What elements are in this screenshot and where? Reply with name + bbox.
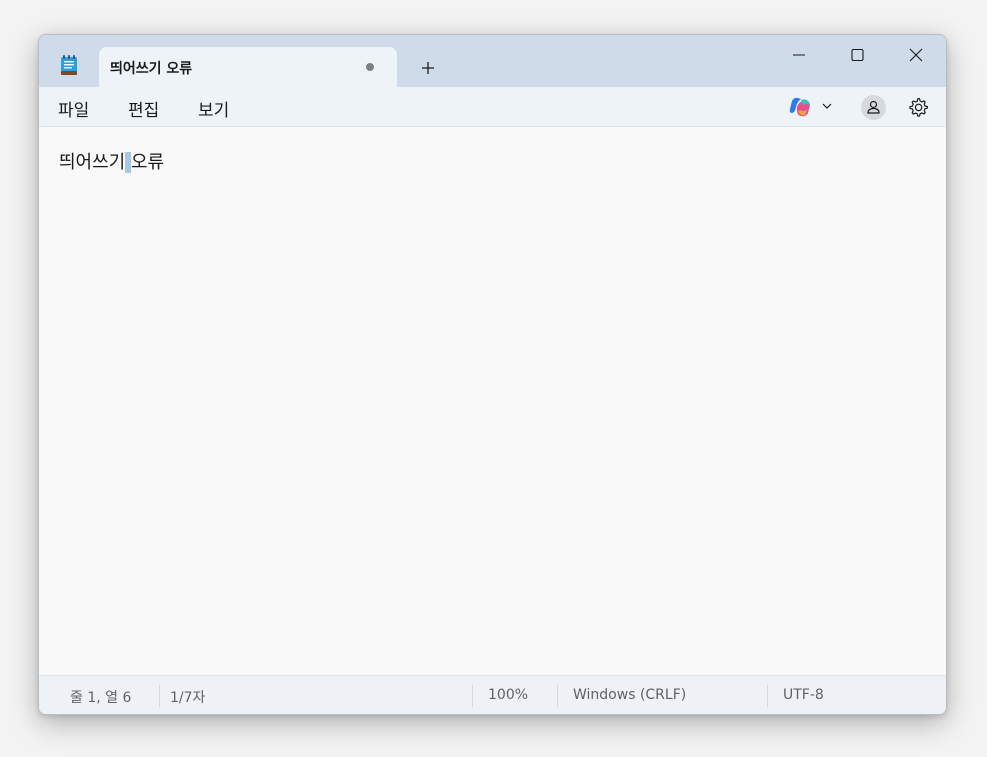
notepad-app-icon	[59, 55, 79, 77]
menu-bar: 파일 편집 보기	[39, 87, 946, 127]
status-cursor-position: 줄 1, 열 6	[70, 690, 132, 706]
editor-text-before: 띄어쓰기	[59, 152, 126, 173]
unsaved-indicator-icon[interactable]	[366, 63, 374, 71]
new-tab-button[interactable]	[415, 55, 441, 81]
menu-edit[interactable]: 편집	[128, 96, 159, 121]
notepad-window: 띄어쓰기 오류 파일 편집 보기 띄어쓰기 오류 줄 1, 열 6 1/7자 1…	[38, 34, 947, 715]
status-divider	[472, 685, 473, 707]
tab-title: 띄어쓰기 오류	[110, 61, 193, 77]
menu-view[interactable]: 보기	[198, 96, 229, 121]
text-editor[interactable]: 띄어쓰기 오류	[39, 127, 946, 675]
close-button[interactable]	[893, 41, 939, 69]
status-line-ending[interactable]: Windows (CRLF)	[573, 687, 686, 703]
maximize-icon	[851, 48, 864, 62]
account-button[interactable]	[861, 95, 886, 120]
status-zoom[interactable]: 100%	[488, 687, 528, 703]
title-bar[interactable]: 띄어쓰기 오류	[39, 35, 946, 87]
status-character-count: 1/7자	[170, 690, 206, 706]
maximize-button[interactable]	[834, 41, 880, 69]
status-encoding[interactable]: UTF-8	[783, 687, 824, 703]
editor-text-after: 오류	[130, 152, 165, 173]
status-divider	[159, 685, 160, 707]
status-divider	[767, 685, 768, 707]
chevron-down-icon	[822, 103, 832, 109]
close-icon	[909, 48, 923, 62]
minimize-button[interactable]	[776, 41, 822, 69]
settings-button[interactable]	[906, 95, 930, 119]
minimize-icon	[793, 54, 805, 56]
editor-content[interactable]: 띄어쓰기 오류	[59, 148, 164, 174]
status-bar: 줄 1, 열 6 1/7자 100% Windows (CRLF) UTF-8	[39, 675, 946, 714]
account-icon	[867, 100, 880, 114]
tab-active-document[interactable]: 띄어쓰기 오류	[99, 47, 397, 87]
copilot-button[interactable]	[789, 96, 839, 118]
gear-icon	[909, 97, 928, 117]
status-divider	[557, 685, 558, 707]
menu-file[interactable]: 파일	[58, 96, 89, 121]
